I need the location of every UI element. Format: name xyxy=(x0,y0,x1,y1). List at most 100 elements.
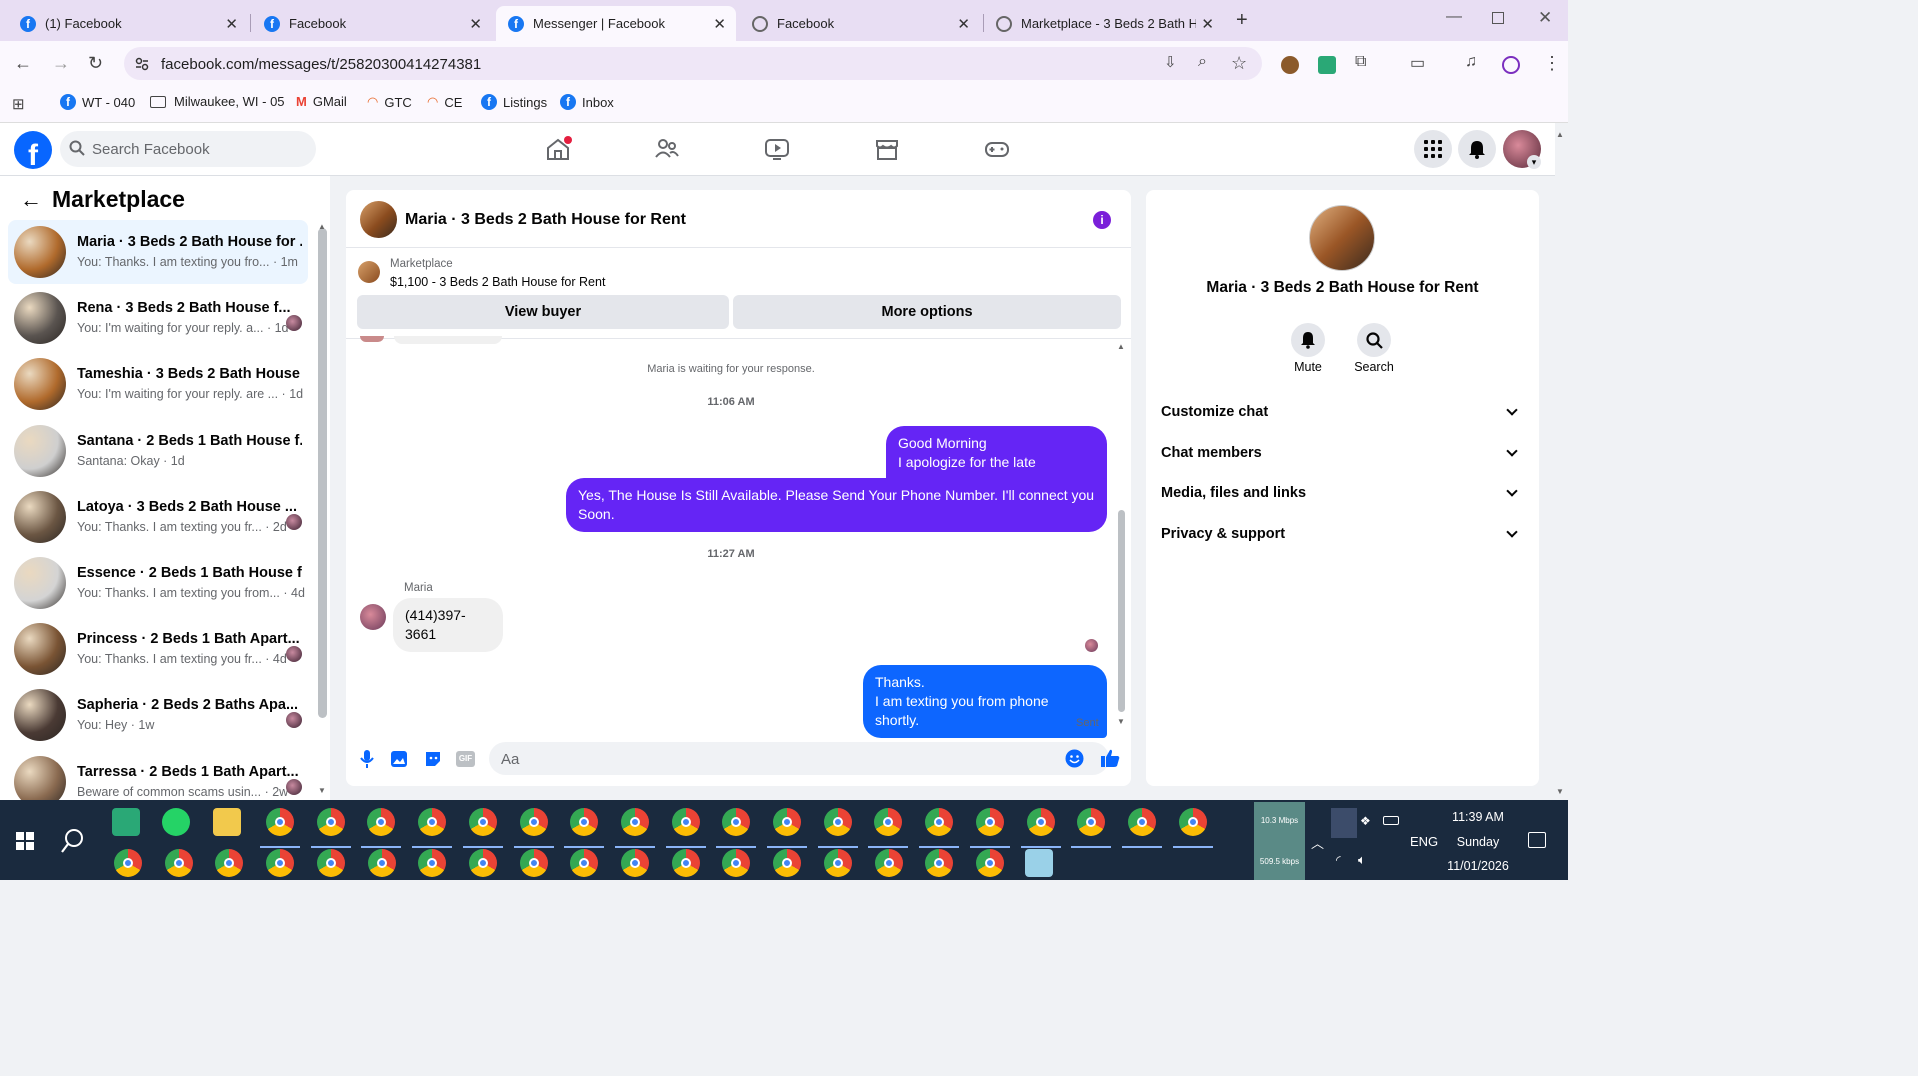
minimize-icon[interactable]: — xyxy=(1446,8,1462,26)
chrome-icon[interactable] xyxy=(671,808,700,836)
search-icon[interactable] xyxy=(61,828,85,859)
install-icon[interactable]: ⇩ xyxy=(1164,53,1177,71)
new-tab-icon[interactable]: + xyxy=(1236,9,1248,32)
wifi-icon[interactable]: ◜ xyxy=(1336,853,1341,867)
chrome-icon[interactable] xyxy=(468,808,497,836)
file-explorer-icon[interactable] xyxy=(213,808,241,836)
outgoing-message[interactable]: Yes, The House Is Still Available. Pleas… xyxy=(566,478,1107,532)
close-icon[interactable]: ✕ xyxy=(225,15,238,33)
apps-grid-icon[interactable]: ⊞ xyxy=(12,95,25,113)
chrome-icon[interactable] xyxy=(925,849,954,877)
chrome-icon[interactable] xyxy=(1077,808,1106,836)
sender-avatar[interactable] xyxy=(360,604,386,630)
media-files-links-row[interactable]: Media, files and links xyxy=(1161,485,1526,501)
scroll-down-icon[interactable]: ▼ xyxy=(318,786,326,795)
bookmark-item[interactable]: ◠ CE xyxy=(427,94,462,110)
message-input[interactable] xyxy=(489,742,1109,775)
chrome-icon[interactable] xyxy=(925,808,954,836)
volume-icon[interactable]: 🔈︎ xyxy=(1358,852,1366,868)
mute-button[interactable] xyxy=(1291,323,1325,357)
chrome-icon[interactable] xyxy=(519,808,548,836)
watch-video-icon[interactable] xyxy=(764,137,790,161)
profile-icon[interactable] xyxy=(1502,56,1520,74)
window-close-icon[interactable]: ✕ xyxy=(1538,8,1552,28)
site-info-icon[interactable] xyxy=(135,57,149,71)
conversation-item[interactable]: Santana · 2 Beds 1 Bath House f... Santan… xyxy=(8,419,308,483)
url-text[interactable]: facebook.com/messages/t/2582030041427438… xyxy=(161,56,481,73)
friends-icon[interactable] xyxy=(654,137,680,161)
notification-center-icon[interactable] xyxy=(1528,832,1546,848)
bookmark-item[interactable]: f Listings xyxy=(481,94,547,110)
scroll-up-icon[interactable]: ▲ xyxy=(318,222,326,231)
outgoing-message[interactable]: Thanks. I am texting you from phone short… xyxy=(863,665,1107,738)
forward-icon[interactable]: → xyxy=(52,53,70,74)
chrome-icon[interactable] xyxy=(621,849,649,877)
bookmark-item[interactable]: M GMail xyxy=(296,94,347,109)
close-icon[interactable]: ✕ xyxy=(1201,15,1214,33)
tab-4[interactable]: Facebook ✕ xyxy=(740,6,980,41)
scrollbar[interactable] xyxy=(318,228,327,718)
view-buyer-button[interactable]: View buyer xyxy=(357,295,729,329)
search-button[interactable] xyxy=(1357,323,1391,357)
info-icon[interactable]: i xyxy=(1093,211,1111,229)
clock-day[interactable]: Sunday xyxy=(1440,835,1516,849)
chrome-icon[interactable] xyxy=(620,808,649,836)
chrome-icon[interactable] xyxy=(823,849,852,877)
bookmark-item[interactable]: Milwaukee, WI - 05 xyxy=(150,94,285,109)
chat-scrollbar[interactable] xyxy=(1118,510,1125,712)
tab-3-active[interactable]: f Messenger | Facebook ✕ xyxy=(496,6,736,41)
listing-line[interactable]: $1,100 - 3 Beds 2 Bath House for Rent xyxy=(390,275,605,289)
chrome-icon[interactable] xyxy=(266,808,294,836)
conversation-item[interactable]: Rena · 3 Beds 2 Bath House f... You: I'm … xyxy=(8,286,308,350)
chrome-icon[interactable] xyxy=(418,849,447,877)
windows-start-icon[interactable] xyxy=(16,832,34,855)
bookmark-item[interactable]: ◠ GTC xyxy=(367,94,412,110)
emoji-icon[interactable] xyxy=(1065,749,1084,773)
extensions-puzzle-icon[interactable]: ⧉ xyxy=(1355,53,1366,71)
bookmark-item[interactable]: f WT - 040 xyxy=(60,94,135,110)
scroll-down-icon[interactable]: ▼ xyxy=(1117,717,1125,726)
chrome-icon[interactable] xyxy=(367,849,396,877)
chrome-icon[interactable] xyxy=(1127,808,1156,836)
chat-avatar[interactable] xyxy=(360,201,397,238)
conversation-item[interactable]: Maria · 3 Beds 2 Bath House for ... You: … xyxy=(8,220,308,284)
info-avatar[interactable] xyxy=(1309,205,1375,271)
notes-icon[interactable] xyxy=(1025,849,1053,877)
chrome-icon[interactable] xyxy=(570,808,599,836)
clock-date[interactable]: 11/01/2026 xyxy=(1440,859,1516,873)
like-thumb-icon[interactable] xyxy=(1100,748,1120,773)
menu-dots-icon[interactable]: ⋮ xyxy=(1543,53,1561,74)
microphone-icon[interactable] xyxy=(360,749,374,774)
gif-icon[interactable]: GIF xyxy=(456,751,475,767)
tab-2[interactable]: f Facebook ✕ xyxy=(252,6,492,41)
close-icon[interactable]: ✕ xyxy=(957,15,970,33)
scroll-up-icon[interactable]: ▲ xyxy=(1117,342,1125,351)
language-indicator[interactable]: ENG xyxy=(1410,834,1438,849)
chrome-icon[interactable] xyxy=(671,849,700,877)
menu-grid-icon[interactable] xyxy=(1414,130,1452,168)
marketplace-icon[interactable] xyxy=(874,137,900,161)
reload-icon[interactable]: ↻ xyxy=(88,53,103,74)
close-icon[interactable]: ✕ xyxy=(713,15,726,33)
notifications-bell-icon[interactable] xyxy=(1458,130,1496,168)
page-scroll-down-icon[interactable]: ▼ xyxy=(1556,787,1564,796)
store-icon[interactable] xyxy=(112,808,140,836)
privacy-support-row[interactable]: Privacy & support xyxy=(1161,526,1526,542)
pen-icon[interactable] xyxy=(1331,808,1357,838)
chrome-icon[interactable] xyxy=(1178,808,1207,836)
conversation-item[interactable]: Princess · 2 Beds 1 Bath Apart... You: Th… xyxy=(8,617,308,681)
page-scroll-up-icon[interactable]: ▲ xyxy=(1556,130,1564,139)
chrome-icon[interactable] xyxy=(975,849,1004,877)
chrome-icon[interactable] xyxy=(114,849,142,877)
clock-time[interactable]: 11:39 AM xyxy=(1440,810,1516,824)
bookmark-star-icon[interactable]: ☆ xyxy=(1231,53,1247,74)
chrome-icon[interactable] xyxy=(468,849,497,877)
chrome-icon[interactable] xyxy=(316,808,345,836)
media-control-icon[interactable]: ♫ xyxy=(1465,53,1477,71)
close-icon[interactable]: ✕ xyxy=(469,15,482,33)
chrome-icon[interactable] xyxy=(164,849,193,877)
tab-1[interactable]: f (1) Facebook ✕ xyxy=(8,6,248,41)
cookie-extension-icon[interactable] xyxy=(1281,56,1299,74)
chrome-icon[interactable] xyxy=(773,808,801,836)
chrome-icon[interactable] xyxy=(316,849,345,877)
